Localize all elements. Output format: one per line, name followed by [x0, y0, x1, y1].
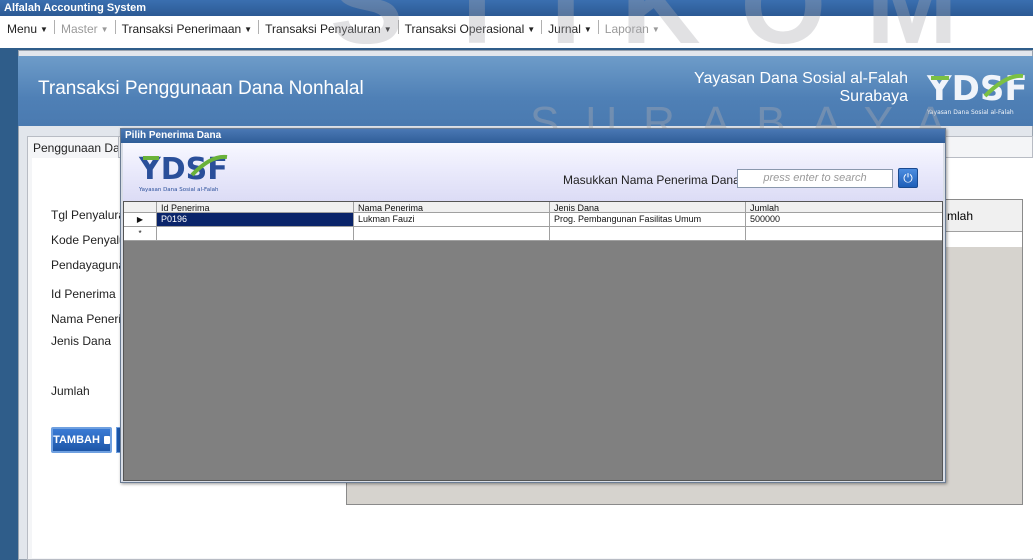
row-header-corner: [124, 202, 157, 212]
label-id-penerima: Id Penerima: [51, 287, 116, 301]
dialog-header: YDSF Yayasan Dana Sosial al-Falah Masukk…: [123, 143, 943, 201]
chevron-down-icon: ▼: [40, 24, 48, 34]
new-row-cell[interactable]: [550, 227, 746, 240]
window-titlebar: Alfalah Accounting System: [0, 0, 1033, 16]
new-row-cell[interactable]: [746, 227, 942, 240]
table-row[interactable]: ▶ P0196 Lukman Fauzi Prog. Pembangunan F…: [124, 213, 942, 227]
recipient-grid[interactable]: Id Penerima Nama Penerima Jenis Dana Jum…: [123, 201, 943, 481]
new-row-marker: *: [124, 227, 157, 240]
column-header[interactable]: Nama Penerima: [354, 202, 550, 212]
menu-separator: [114, 20, 116, 34]
column-header[interactable]: Jenis Dana: [550, 202, 746, 212]
table-row[interactable]: [942, 231, 1022, 247]
chevron-down-icon: ▼: [383, 24, 392, 34]
label-jumlah: Jumlah: [51, 384, 90, 398]
organization-name: Yayasan Dana Sosial al-Falah Surabaya: [694, 70, 908, 106]
document-icon: [103, 436, 110, 444]
new-row-cell[interactable]: [157, 227, 354, 240]
logo-caption: Yayasan Dana Sosial al-Falah: [138, 187, 219, 193]
tambah-button[interactable]: TAMBAH: [51, 427, 112, 453]
menu-transaksi-penyaluran[interactable]: Transaksi Penyaluran ▼: [262, 20, 395, 38]
cell-jumlah[interactable]: 500000: [746, 213, 942, 226]
organization-name-line2: Surabaya: [839, 88, 909, 105]
menu-separator: [541, 20, 543, 34]
column-header-jumlah[interactable]: mlah: [942, 200, 1022, 231]
cell-id-penerima[interactable]: P0196: [157, 213, 354, 226]
menu-separator: [397, 20, 399, 34]
chevron-down-icon: ▼: [583, 24, 592, 34]
menu-menu[interactable]: Menu ▼: [4, 20, 51, 38]
chevron-down-icon: ▼: [244, 24, 253, 34]
app-window: Alfalah Accounting System Menu ▼ Master ▼ …: [0, 0, 1033, 560]
label-jenis-dana: Jenis Dana: [51, 334, 112, 348]
ydsf-logo: YDSF Yayasan Dana Sosial al-Falah: [138, 152, 228, 193]
menu-laporan[interactable]: Laporan ▼: [602, 20, 663, 38]
search-input[interactable]: press enter to search: [737, 169, 893, 188]
menu-separator: [597, 20, 599, 34]
column-header[interactable]: Jumlah: [746, 202, 942, 212]
tambah-label: TAMBAH: [53, 434, 100, 446]
logo-text: YDSF: [926, 69, 1027, 109]
chevron-down-icon: ▼: [527, 24, 536, 34]
new-row-cell[interactable]: [354, 227, 550, 240]
menu-separator: [53, 20, 55, 34]
menu-separator: [258, 20, 260, 34]
chevron-down-icon: ▼: [100, 24, 109, 34]
window-title: Alfalah Accounting System: [4, 2, 147, 14]
ydsf-logo: YDSF Yayasan Dana Sosial al-Falah: [926, 69, 1027, 116]
menu-transaksi-penerimaan[interactable]: Transaksi Penerimaan ▼: [119, 20, 256, 38]
row-pointer-icon: ▶: [124, 213, 157, 226]
cell-nama-penerima[interactable]: Lukman Fauzi: [354, 213, 550, 226]
dialog-title: Pilih Penerima Dana: [121, 129, 945, 143]
chevron-down-icon: ▼: [651, 24, 660, 34]
menu-master[interactable]: Master ▼: [58, 20, 112, 38]
page-title: Transaksi Penggunaan Dana Nonhalal: [38, 78, 364, 99]
search-label: Masukkan Nama Penerima Dana: [563, 173, 740, 187]
grid-header: Id Penerima Nama Penerima Jenis Dana Jum…: [124, 202, 942, 213]
cell-jenis-dana[interactable]: Prog. Pembangunan Fasilitas Umum: [550, 213, 746, 226]
logo-caption: Yayasan Dana Sosial al-Falah: [926, 109, 1014, 116]
menu-bar: Menu ▼ Master ▼ Transaksi Penerimaan ▼ Tran…: [0, 16, 1033, 48]
power-icon[interactable]: ⏻: [898, 168, 918, 188]
tab-penggunaan-dana[interactable]: Penggunaan Dana: [27, 136, 119, 158]
header-banner: Transaksi Penggunaan Dana Nonhalal Yayas…: [18, 56, 1033, 126]
menu-jurnal[interactable]: Jurnal ▼: [545, 20, 595, 38]
pilih-penerima-dialog: Pilih Penerima Dana YDSF Yayasan Dana So…: [120, 128, 946, 483]
organization-name-line1: Yayasan Dana Sosial al-Falah: [693, 70, 908, 87]
menu-transaksi-operasional[interactable]: Transaksi Operasional ▼: [402, 20, 539, 38]
column-header[interactable]: Id Penerima: [157, 202, 354, 212]
new-row[interactable]: *: [124, 227, 942, 241]
